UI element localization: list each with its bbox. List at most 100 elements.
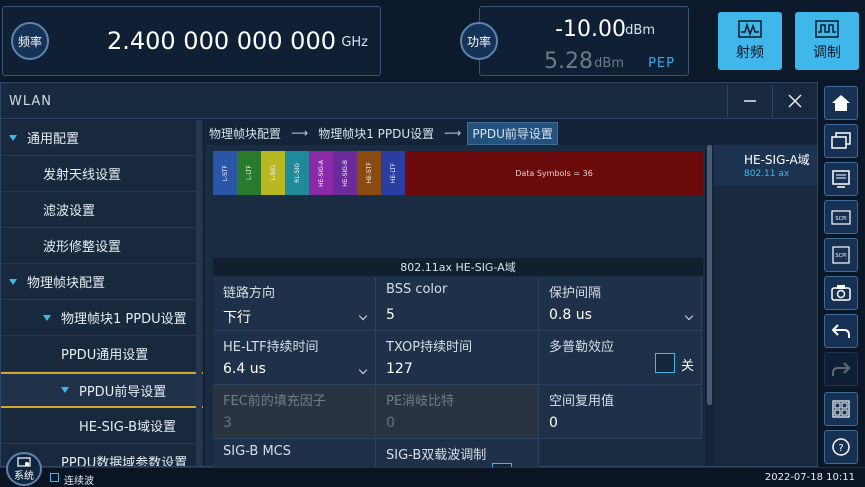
field-label: BSS color [386,282,448,297]
he-ltf-duration-field[interactable]: HE-LTF持续时间 6.4 us [213,331,376,385]
scpi-icon-text: SCPI [835,216,846,222]
breadcrumb-item[interactable]: 物理帧块配置 [205,123,285,144]
scpi-record-button[interactable]: SCPI [824,200,858,234]
system-button[interactable]: 系统 [6,452,42,486]
frequency-panel[interactable]: 频率 2.400 000 000 000 GHz [2,6,381,76]
tree-item[interactable]: PPDU前导设置 [1,372,203,408]
content-scrollbar[interactable] [707,145,712,405]
bss-color-field[interactable]: BSS color 5 [376,277,539,331]
dialog-title: WLAN [9,94,53,109]
power-button[interactable]: 功率 [460,22,498,60]
field-label: FEC前的填充因子 [223,394,326,409]
tree-item-label: 滤波设置 [43,204,96,219]
breadcrumb-item-current[interactable]: PPDU前导设置 [467,121,558,145]
field-value: 5 [386,307,395,323]
undo-button[interactable] [824,314,858,348]
tree-item[interactable]: 通用配置 [1,120,203,156]
field-label: PE消岐比特 [386,394,455,409]
modulation-waveform-icon [815,20,839,38]
field-value: 6.4 us [223,361,266,377]
redo-button[interactable] [824,352,858,386]
list-item-subtitle: 802.11 ax [744,169,790,179]
field-value: 0 [386,415,395,431]
frame-segment: L-LTF [237,151,261,195]
tree-item[interactable]: 波形修整设置 [1,228,203,264]
pep-value: 5.28 [544,49,593,74]
field-value: 0.8 us [549,307,592,323]
tree-item-label: 通用配置 [27,132,80,147]
doppler-checkbox[interactable] [655,353,675,373]
wlan-dialog: WLAN 通用配置 发射天线设置 滤波设置 波形修整设置 物理帧块配置 物理帧块1 PPD… [0,82,818,487]
spatial-reuse-field[interactable]: 空间复用值 0 [539,385,702,439]
camera-icon [831,285,851,301]
frame-strip-caption: 802.11ax HE-SIG-A域 [213,258,703,276]
caret-down-icon[interactable] [9,134,17,141]
link-direction-field[interactable]: 链路方向 下行 [213,277,376,331]
power-panel[interactable]: 功率 -10.00 dBm 5.28 dBm PEP [460,6,689,76]
field-label: 链路方向 [223,286,276,301]
grid-icon [832,400,850,418]
tree-item[interactable]: 物理帧块配置 [1,264,203,300]
caret-down-icon[interactable] [61,387,69,393]
power-value[interactable]: -10.00 [555,17,626,42]
frequency-unit: GHz [341,35,368,50]
pe-disambiguity-field: PE消岐比特 0 [376,385,539,439]
caret-down-icon[interactable] [43,314,51,321]
field-label: 空间复用值 [549,394,615,409]
checkbox-label: 关 [681,359,695,374]
frequency-value[interactable]: 2.400 000 000 000 [107,27,336,55]
guard-interval-field[interactable]: 保护间隔 0.8 us [539,277,702,331]
doppler-field: 多普勒效应 关 [539,331,702,385]
frame-segment-label: RL-SIG [293,163,301,183]
home-button[interactable] [824,86,858,120]
chevron-down-icon [358,365,368,375]
close-button[interactable] [772,85,816,117]
txop-duration-field[interactable]: TXOP持续时间 127 [376,331,539,385]
scpi-icon-text: SCPI [835,253,846,259]
field-label: HE-LTF持续时间 [223,340,319,355]
field-label: TXOP持续时间 [386,340,473,355]
modulation-button[interactable]: 调制 [795,12,859,70]
display-button[interactable] [824,162,858,196]
minimize-icon [743,100,756,102]
scpi-icon: SCPI [831,210,851,225]
field-value: 3 [223,415,232,431]
rf-button[interactable]: 射频 [718,12,782,70]
tree-item[interactable]: HE-SIG-B域设置 [1,408,203,444]
screenshot-button[interactable] [824,276,858,310]
tree-item[interactable]: 滤波设置 [1,192,203,228]
field-value: 下行 [223,310,251,326]
system-button-label: 系统 [14,470,34,482]
tree-item-label: HE-SIG-B域设置 [79,420,176,435]
field-value: 127 [386,361,413,377]
frame-segment: HE-LTF [381,151,405,195]
list-item-he-sig-a[interactable]: HE-SIG-A域 802.11 ax [714,145,817,185]
windows-button[interactable] [824,124,858,158]
tree-item[interactable]: 物理帧块1 PPDU设置 [1,300,203,336]
arrow-right-icon: ⟶ [444,126,462,140]
field-label: SIG-B MCS [223,444,291,459]
tree-scrollbar[interactable] [196,120,202,466]
tree-item[interactable]: PPDU通用设置 [1,336,203,372]
scpi-console-button[interactable]: SCPI [824,238,858,272]
layout-button[interactable] [824,392,858,426]
mode-indicator-icon [50,473,59,482]
breadcrumb-item[interactable]: 物理帧块1 PPDU设置 [314,123,438,144]
tree-item[interactable]: 发射天线设置 [1,156,203,192]
system-icon [17,456,31,467]
pep-label: PEP [648,56,675,71]
rf-button-label: 射频 [736,45,764,61]
minimize-button[interactable] [727,85,771,117]
caret-down-icon[interactable] [9,278,17,285]
field-list: HE-SIG-A域 802.11 ax [714,145,817,466]
frequency-button[interactable]: 频率 [11,22,49,60]
help-icon: ? [832,438,850,456]
help-button[interactable]: ? [824,430,858,464]
scpi-icon: SCPI [832,246,850,264]
frame-segment-label: HE-SIG-A [317,159,325,187]
tree-item-label: 物理帧块1 PPDU设置 [61,312,187,327]
help-icon-text: ? [838,443,843,454]
frame-structure-strip: L-STF L-LTF L-SIG RL-SIG HE-SIG-A HE-SIG-B HE-… [213,151,703,195]
navigation-tree: 通用配置发射天线设置滤波设置波形修整设置 物理帧块配置物理帧块1 PPDU设置 PP… [1,120,203,466]
frame-segment-label: Data Symbols = 36 [515,168,593,178]
